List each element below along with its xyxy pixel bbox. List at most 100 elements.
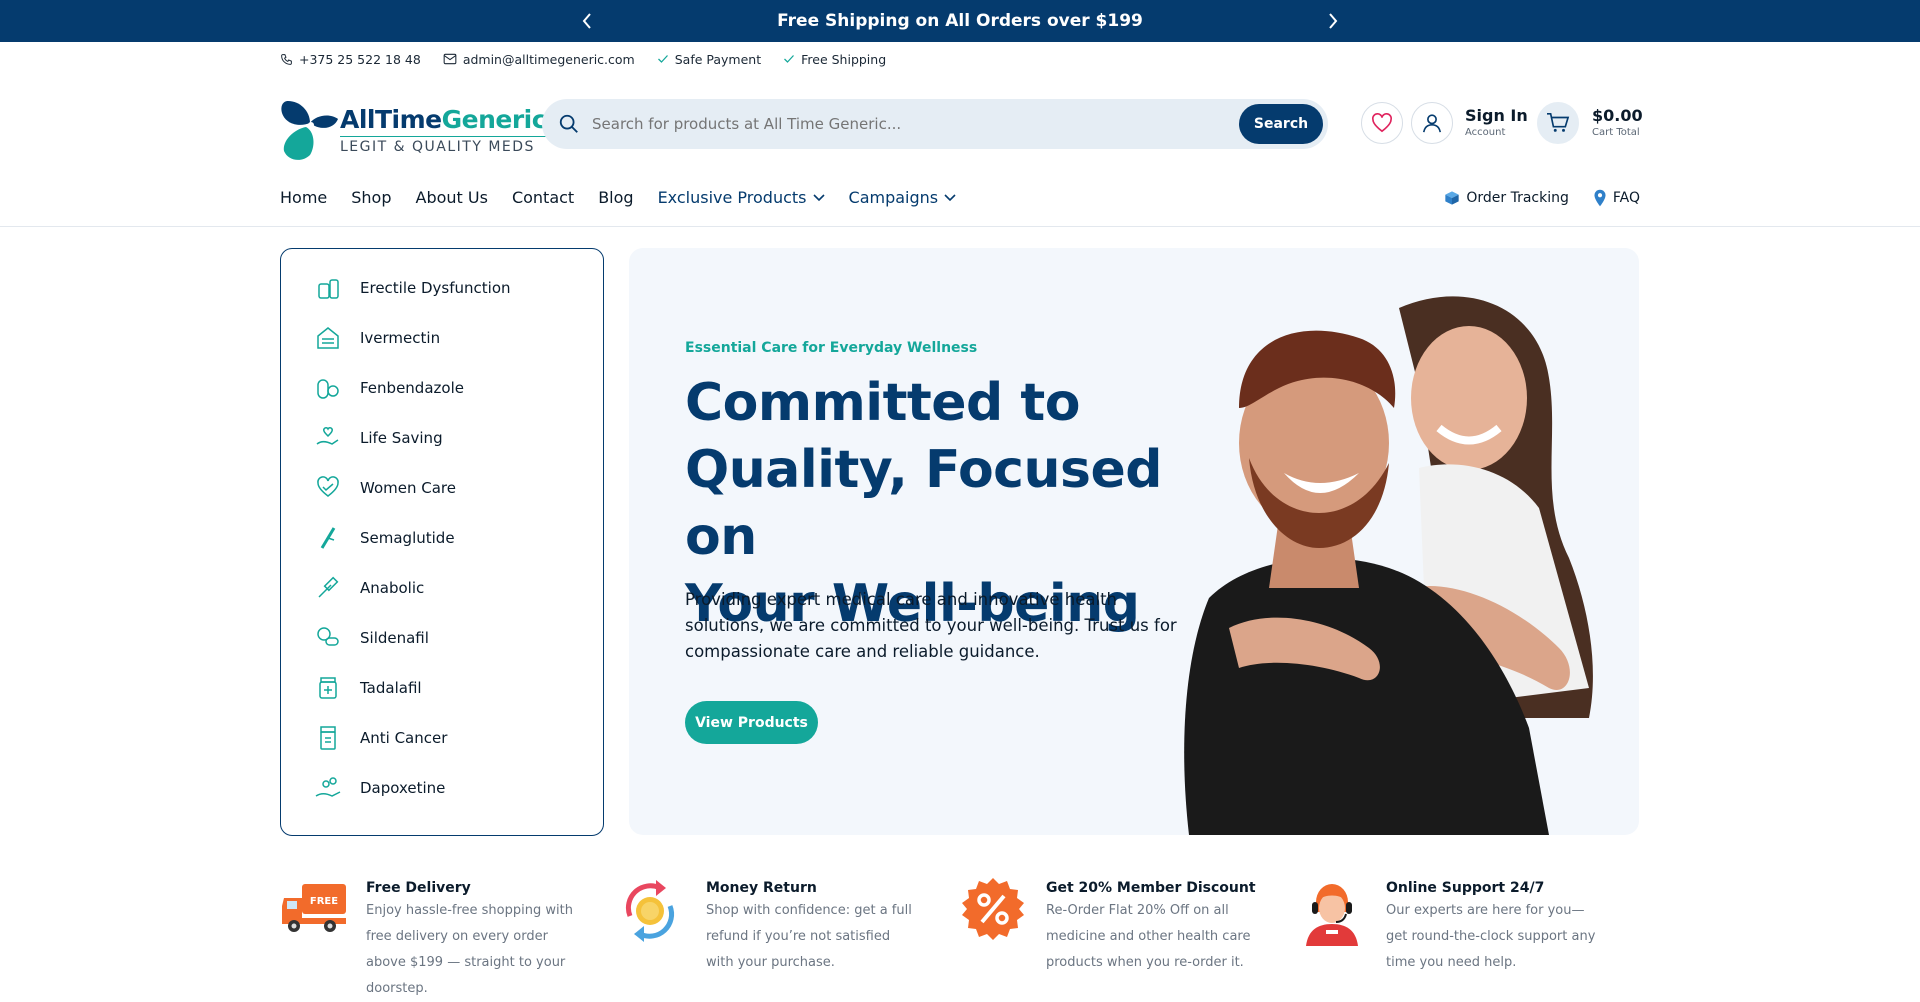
category-label: Life Saving xyxy=(360,429,443,447)
category-label: Fenbendazole xyxy=(360,379,464,397)
hand-pills-icon xyxy=(314,774,342,802)
percent-badge-icon xyxy=(960,876,1030,946)
feature-description: Enjoy hassle-free shopping with free del… xyxy=(366,903,573,996)
faq-link[interactable]: FAQ xyxy=(1593,189,1640,207)
feature-member-discount: Get 20% Member Discount Re-Order Flat 20… xyxy=(960,876,1300,993)
heart-hands-icon xyxy=(314,474,342,502)
category-item-sildenafil[interactable]: Sildenafil xyxy=(281,613,603,663)
category-item-anti-cancer[interactable]: Anti Cancer xyxy=(281,713,603,763)
hero-title-line-2: Quality, Focused on xyxy=(685,440,1162,567)
free-shipping-note: Free Shipping xyxy=(783,52,886,67)
feature-title: Online Support 24/7 xyxy=(1386,880,1545,896)
feature-online-support: Online Support 24/7 Our experts are here… xyxy=(1300,876,1640,993)
feature-free-delivery: FREE Free Delivery Enjoy hassle-free sho… xyxy=(280,876,620,996)
logo-wordmark: AllTimeGeneric xyxy=(340,104,547,134)
hero-description: Providing expert medical care and innova… xyxy=(685,590,1177,661)
feature-title: Free Delivery xyxy=(366,880,471,896)
pills-bottle-icon xyxy=(314,274,342,302)
medicine-jar-icon xyxy=(314,724,342,752)
check-icon xyxy=(784,55,795,63)
hero-banner: Essential Care for Everyday Wellness Com… xyxy=(629,248,1639,835)
category-item-anabolic[interactable]: Anabolic xyxy=(281,563,603,613)
search-button[interactable]: Search xyxy=(1239,104,1323,144)
feature-description: Shop with confidence: get a full refund … xyxy=(706,903,912,970)
category-label: Ivermectin xyxy=(360,329,441,347)
hero-couple-photo xyxy=(1169,268,1629,835)
nav-about-us[interactable]: About Us xyxy=(416,188,488,207)
nav-exclusive-products[interactable]: Exclusive Products xyxy=(658,188,825,207)
user-icon xyxy=(1422,114,1442,133)
phone-icon xyxy=(281,53,292,65)
category-label: Erectile Dysfunction xyxy=(360,279,511,297)
email-address: admin@alltimegeneric.com xyxy=(462,51,635,67)
logo-part-generic: Generic xyxy=(441,104,547,134)
category-item-ivermectin[interactable]: Ivermectin xyxy=(281,313,603,363)
location-pin-icon xyxy=(1594,189,1606,207)
view-products-button[interactable]: View Products xyxy=(685,701,818,744)
category-item-tadalafil[interactable]: Tadalafil xyxy=(281,663,603,713)
category-label: Sildenafil xyxy=(360,629,429,647)
nav-home[interactable]: Home xyxy=(280,188,327,207)
chevron-left-icon xyxy=(582,13,591,29)
phone-number: +375 25 522 18 48 xyxy=(299,51,421,67)
free-shipping-label: Free Shipping xyxy=(801,51,887,67)
order-tracking-link[interactable]: Order Tracking xyxy=(1444,189,1569,207)
nav-shop[interactable]: Shop xyxy=(351,188,391,207)
announcement-text: Free Shipping on All Orders over $199 xyxy=(777,11,1143,31)
money-return-icon xyxy=(620,876,690,946)
category-label: Tadalafil xyxy=(360,679,422,697)
capsule-logo-icon xyxy=(280,97,340,163)
safe-payment-note: Safe Payment xyxy=(657,52,761,67)
nav-contact[interactable]: Contact xyxy=(512,188,574,207)
nav-campaigns[interactable]: Campaigns xyxy=(849,188,957,207)
cart-button[interactable] xyxy=(1537,102,1579,144)
account-sublabel: Account xyxy=(1465,127,1506,138)
next-announcement-button[interactable] xyxy=(1321,9,1345,33)
feature-strip: FREE Free Delivery Enjoy hassle-free sho… xyxy=(280,876,1640,996)
hero-kicker: Essential Care for Everyday Wellness xyxy=(685,340,978,356)
faq-label: FAQ xyxy=(1612,190,1640,206)
search-bar: Search xyxy=(542,99,1328,149)
capsules-icon xyxy=(314,374,342,402)
account-link[interactable]: Sign In Account xyxy=(1465,106,1528,138)
contact-bar: +375 25 522 18 48 admin@alltimegeneric.c… xyxy=(0,42,1920,76)
site-logo[interactable]: AllTimeGeneric LEGIT & QUALITY MEDS xyxy=(280,95,547,165)
search-input[interactable] xyxy=(592,115,1239,133)
prev-announcement-button[interactable] xyxy=(575,9,599,33)
chevron-right-icon xyxy=(1329,13,1338,29)
chevron-down-icon xyxy=(944,193,956,201)
medicine-bottle-icon xyxy=(314,674,342,702)
feature-description: Our experts are here for you—get round-t… xyxy=(1386,903,1596,970)
delivery-truck-icon: FREE xyxy=(280,876,350,946)
category-item-life-saving[interactable]: Life Saving xyxy=(281,413,603,463)
phone-contact[interactable]: +375 25 522 18 48 xyxy=(280,52,421,67)
category-item-erectile-dysfunction[interactable]: Erectile Dysfunction xyxy=(281,263,603,313)
category-label: Anti Cancer xyxy=(360,729,448,747)
category-item-semaglutide[interactable]: Semaglutide xyxy=(281,513,603,563)
cart-icon xyxy=(1547,113,1570,132)
cart-total-value: $0.00 xyxy=(1592,106,1643,125)
account-button[interactable] xyxy=(1411,102,1453,144)
chevron-down-icon xyxy=(812,193,825,201)
category-item-women-care[interactable]: Women Care xyxy=(281,463,603,513)
category-label: Semaglutide xyxy=(360,529,455,547)
mail-icon xyxy=(443,53,457,65)
email-contact[interactable]: admin@alltimegeneric.com xyxy=(443,52,635,67)
wishlist-button[interactable] xyxy=(1361,102,1403,144)
cart-summary[interactable]: $0.00 Cart Total xyxy=(1592,106,1643,138)
syringe-icon xyxy=(314,574,342,602)
safe-payment-label: Safe Payment xyxy=(674,51,762,67)
category-sidebar: Erectile Dysfunction Ivermectin Fenbendazo… xyxy=(280,248,604,836)
site-header: AllTimeGeneric LEGIT & QUALITY MEDS Sear… xyxy=(0,76,1920,176)
feature-title: Get 20% Member Discount xyxy=(1046,880,1256,896)
category-item-fenbendazole[interactable]: Fenbendazole xyxy=(281,363,603,413)
category-item-dapoxetine[interactable]: Dapoxetine xyxy=(281,763,603,813)
feature-description: Re-Order Flat 20% Off on all medicine an… xyxy=(1046,903,1251,970)
category-label: Anabolic xyxy=(360,579,425,597)
logo-part-alltime: AllTime xyxy=(340,104,442,134)
nav-campaigns-label: Campaigns xyxy=(848,188,939,207)
hero-title-line-1: Committed to xyxy=(685,373,1080,433)
nav-blog[interactable]: Blog xyxy=(598,188,633,207)
feature-title: Money Return xyxy=(706,880,817,896)
heart-icon xyxy=(1372,113,1392,133)
